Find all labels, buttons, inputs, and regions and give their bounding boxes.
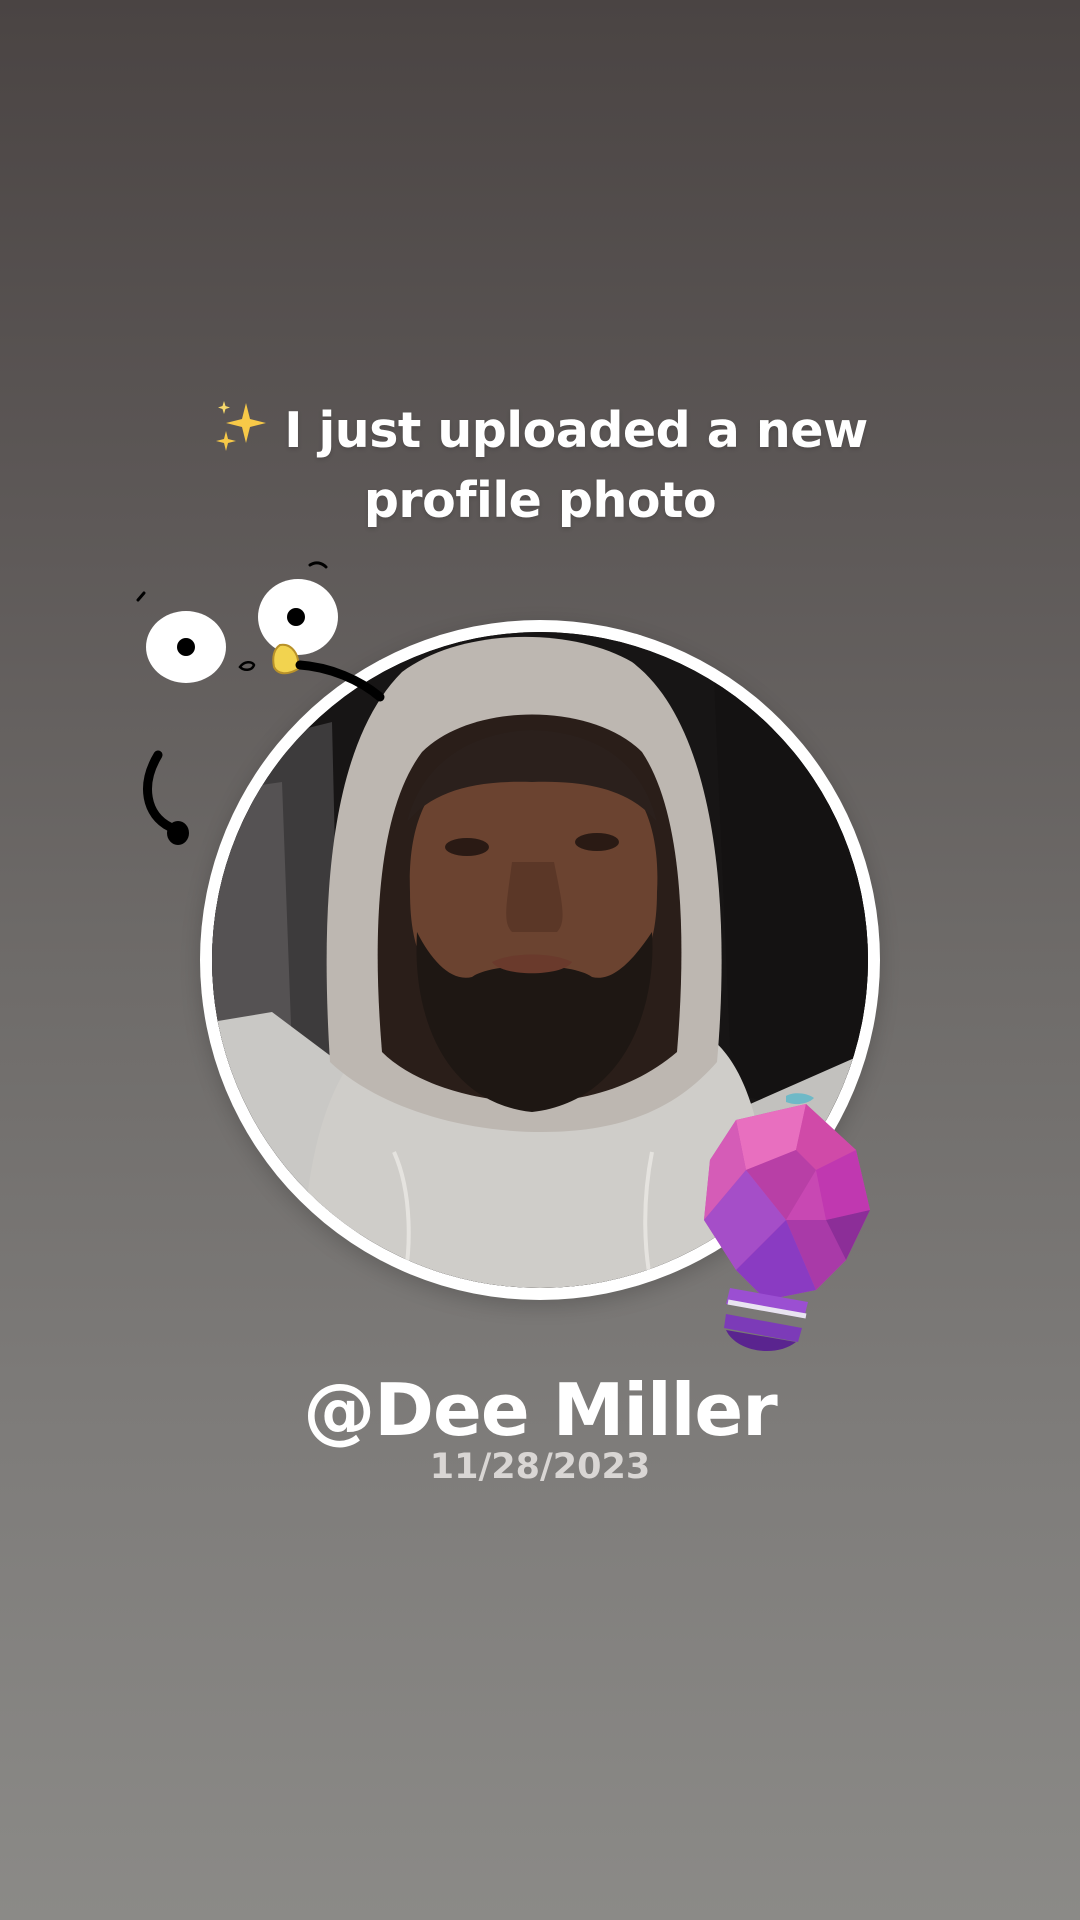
lightbulb-sticker (696, 1090, 886, 1360)
post-headline: I just uploaded a new profile photo (140, 396, 940, 536)
username: @Dee Miller (303, 1368, 778, 1452)
sparkles-icon (212, 397, 270, 455)
upload-date: 11/28/2023 (429, 1447, 651, 1487)
headline-text: I just uploaded a new profile photo (284, 402, 868, 529)
cartoon-face-sticker (130, 555, 390, 855)
